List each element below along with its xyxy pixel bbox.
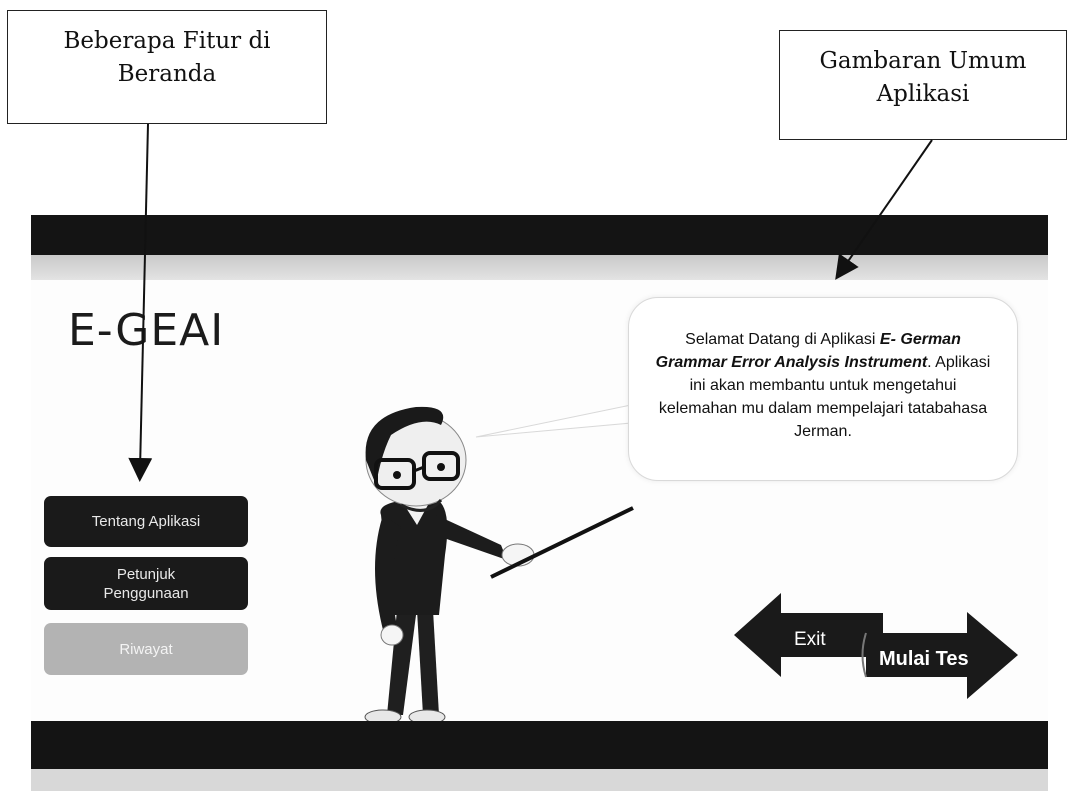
annotation-box-features: Beberapa Fitur di Beranda <box>7 10 327 124</box>
mulai-tes-button[interactable]: Mulai Tes <box>879 648 969 671</box>
speech-text-pre: Selamat Datang di Aplikasi <box>685 331 880 348</box>
bottom-strip <box>31 769 1048 791</box>
annotation-text-features: Beberapa Fitur di Beranda <box>63 28 271 87</box>
annotation-box-overview: Gambaran Umum Aplikasi <box>779 30 1067 140</box>
speech-bubble: Selamat Datang di Aplikasi E- German Gra… <box>628 297 1018 481</box>
teacher-character-illustration <box>364 406 634 725</box>
annotation-text-overview: Gambaran Umum Aplikasi <box>819 48 1027 107</box>
bottom-bar <box>31 721 1048 769</box>
exit-button[interactable]: Exit <box>794 629 826 651</box>
app-screen: E-GEAI Tentang Aplikasi Petunjuk Penggun… <box>31 215 1048 791</box>
speech-bubble-tail <box>475 404 632 438</box>
